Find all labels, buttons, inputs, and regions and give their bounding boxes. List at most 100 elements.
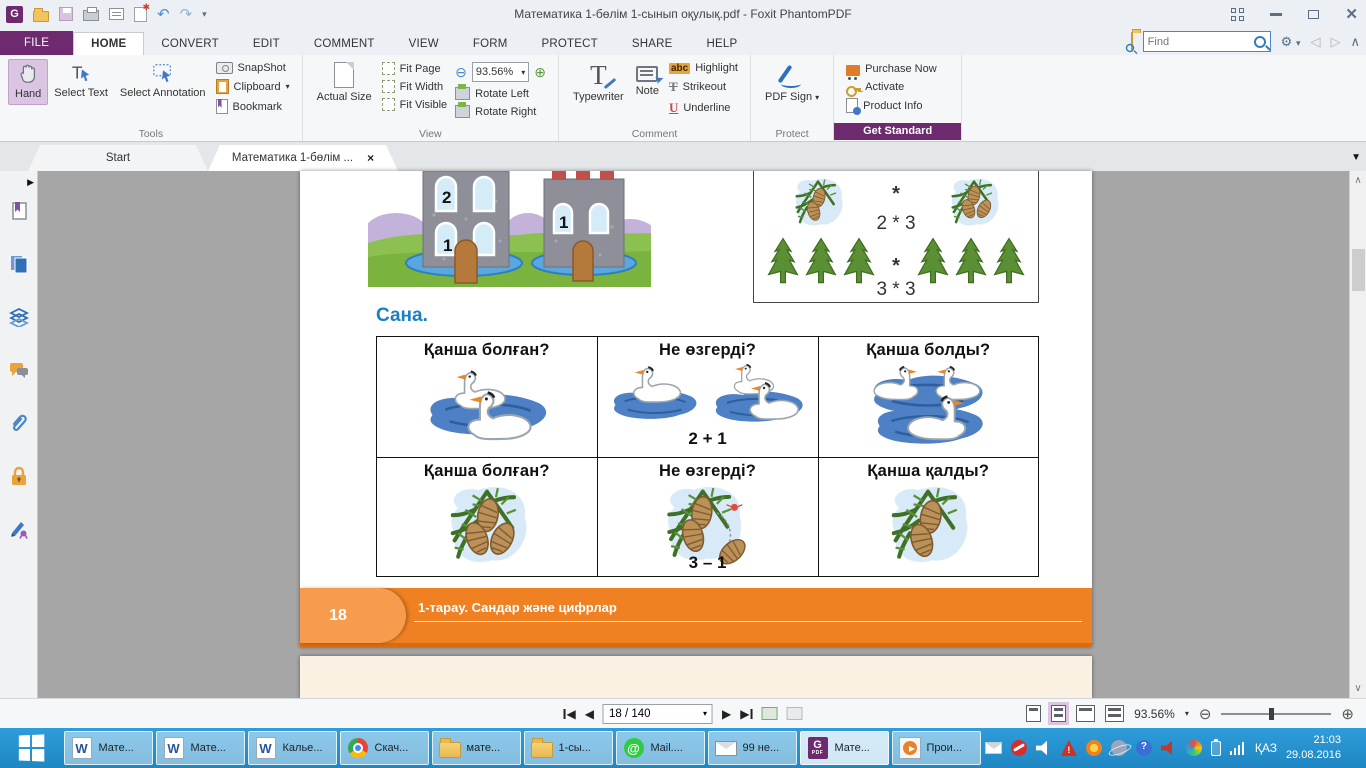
search-icon[interactable] <box>1254 36 1266 48</box>
fit-page-button[interactable]: Fit Page <box>382 62 447 75</box>
activate-button[interactable]: Activate <box>846 81 937 93</box>
zoom-percent[interactable]: 93.56% <box>1134 707 1175 721</box>
customize-qat-icon[interactable]: ▾ <box>202 9 207 20</box>
product-info-button[interactable]: Product Info <box>846 98 937 113</box>
search-in-folder-icon[interactable] <box>1131 33 1133 51</box>
tray-battery-icon[interactable] <box>1211 741 1221 756</box>
taskbar-item-word-3[interactable]: WКалье... <box>248 731 337 765</box>
open-file-icon[interactable] <box>33 11 49 22</box>
rotate-left-button[interactable]: Rotate Left <box>455 87 546 100</box>
tray-helper-icon[interactable] <box>1136 740 1152 756</box>
select-text-button[interactable]: T Select Text <box>48 59 114 103</box>
layers-panel-icon[interactable] <box>9 307 29 327</box>
next-page-button[interactable]: ▶ <box>722 707 731 721</box>
zoom-level-combobox[interactable]: 93.56%▾ <box>472 62 529 82</box>
tray-red-volume-icon[interactable] <box>1161 740 1177 756</box>
panel-expand-icon[interactable]: ▶ <box>27 177 34 188</box>
save-icon[interactable] <box>59 7 73 21</box>
scroll-up-icon[interactable]: ∧ <box>1350 175 1366 186</box>
tray-planet-icon[interactable] <box>1111 740 1127 756</box>
gear-icon[interactable]: ⚙ ▾ <box>1281 34 1301 50</box>
signature-panel-icon[interactable] <box>9 519 29 539</box>
comments-panel-icon[interactable] <box>9 360 29 380</box>
zoom-in-icon[interactable]: ⊕ <box>534 64 546 81</box>
previous-page-button[interactable]: ◀ <box>585 707 594 721</box>
underline-button[interactable]: UUnderline <box>669 100 738 116</box>
language-indicator[interactable]: ҚАЗ <box>1255 741 1277 755</box>
taskbar-item-chrome[interactable]: Скач... <box>340 731 429 765</box>
previous-view-icon[interactable] <box>761 707 777 720</box>
taskbar-item-mailru[interactable]: @Mail.... <box>616 731 705 765</box>
tab-convert[interactable]: CONVERT <box>144 33 235 55</box>
snapshot-button[interactable]: SnapShot <box>216 62 290 74</box>
tab-comment[interactable]: COMMENT <box>297 33 392 55</box>
taskbar-item-folder-1[interactable]: мате... <box>432 731 521 765</box>
full-screen-icon[interactable] <box>1231 8 1244 21</box>
actual-size-button[interactable]: Actual Size <box>311 59 378 107</box>
fit-visible-button[interactable]: Fit Visible <box>382 98 447 111</box>
tray-daemon-icon[interactable] <box>1186 740 1202 756</box>
undo-icon[interactable]: ↶ <box>157 5 170 23</box>
facing-view-icon[interactable] <box>1076 705 1095 722</box>
single-page-view-icon[interactable] <box>1026 705 1041 722</box>
doc-tab-document[interactable]: Математика 1-бөлім ... × <box>208 145 398 171</box>
doc-tab-start[interactable]: Start <box>28 145 208 171</box>
vertical-scrollbar[interactable]: ∧ ∨ <box>1349 171 1366 698</box>
rotate-right-button[interactable]: Rotate Right <box>455 105 546 118</box>
tab-form[interactable]: FORM <box>456 33 525 55</box>
tab-edit[interactable]: EDIT <box>236 33 297 55</box>
typewriter-button[interactable]: T Typewriter <box>567 59 630 107</box>
history-forward-icon[interactable]: ▷ <box>1330 34 1340 50</box>
scrollbar-thumb[interactable] <box>1352 249 1365 291</box>
close-tab-icon[interactable]: × <box>367 151 374 165</box>
taskbar-item-word-1[interactable]: WМате... <box>64 731 153 765</box>
taskbar-item-foxit[interactable]: GPDFМате... <box>800 731 889 765</box>
tray-warning-icon[interactable]: ! <box>1061 740 1077 756</box>
pdf-page[interactable]: 2 1 1 2 1 1 * 2 * 3 * <box>300 171 1092 647</box>
redo-icon[interactable]: ↷ <box>180 5 193 23</box>
hand-tool-button[interactable]: Hand <box>8 59 48 105</box>
get-standard-label[interactable]: Get Standard <box>834 123 961 140</box>
taskbar-item-word-2[interactable]: WМате... <box>156 731 245 765</box>
security-panel-icon[interactable] <box>9 466 29 486</box>
foxit-logo-icon[interactable]: G <box>6 6 23 23</box>
tab-view[interactable]: VIEW <box>392 33 456 55</box>
bookmark-button[interactable]: Bookmark <box>216 99 290 114</box>
zoom-minus-icon[interactable]: ⊖ <box>1199 705 1212 723</box>
pages-panel-icon[interactable] <box>9 254 29 274</box>
tray-network-icon[interactable] <box>1230 741 1246 755</box>
first-page-button[interactable]: ◀ <box>564 707 576 721</box>
start-button[interactable] <box>0 728 62 768</box>
last-page-button[interactable]: ▶ <box>740 707 752 721</box>
history-back-icon[interactable]: ◁ <box>1310 34 1320 50</box>
page-number-combobox[interactable]: 18 / 140▾ <box>603 704 713 724</box>
clipboard-button[interactable]: Clipboard▾ <box>216 79 290 94</box>
bookmarks-panel-icon[interactable] <box>9 201 29 221</box>
collapse-ribbon-icon[interactable]: ∧ <box>1350 34 1360 50</box>
tab-home[interactable]: HOME <box>73 32 144 55</box>
tray-flower-icon[interactable] <box>1086 740 1102 756</box>
attachments-panel-icon[interactable] <box>9 413 29 433</box>
find-input[interactable] <box>1148 36 1254 48</box>
taskbar-item-player[interactable]: Прои... <box>892 731 981 765</box>
continuous-view-icon[interactable] <box>1051 705 1066 722</box>
email-icon[interactable] <box>109 8 124 20</box>
restore-button[interactable] <box>1308 10 1319 19</box>
continuous-facing-view-icon[interactable] <box>1105 705 1124 722</box>
zoom-plus-icon[interactable]: ⊕ <box>1341 705 1354 723</box>
print-icon[interactable] <box>83 10 99 21</box>
tray-mail-icon[interactable] <box>985 742 1002 754</box>
note-button[interactable]: Note <box>630 59 665 101</box>
zoom-out-icon[interactable]: ⊖ <box>455 64 467 81</box>
zoom-slider-knob[interactable] <box>1269 708 1274 720</box>
new-document-icon[interactable] <box>134 7 147 22</box>
tray-mailru-icon[interactable] <box>1011 740 1027 756</box>
tab-file[interactable]: FILE <box>0 31 73 55</box>
zoom-percent-caret-icon[interactable]: ▾ <box>1185 709 1189 718</box>
taskbar-item-folder-2[interactable]: 1-сы... <box>524 731 613 765</box>
purchase-now-button[interactable]: Purchase Now <box>846 62 937 76</box>
tab-share[interactable]: SHARE <box>615 33 690 55</box>
tab-list-menu-icon[interactable]: ▼ <box>1351 152 1361 163</box>
highlight-button[interactable]: abcHighlight <box>669 62 738 74</box>
zoom-slider[interactable] <box>1221 713 1331 715</box>
